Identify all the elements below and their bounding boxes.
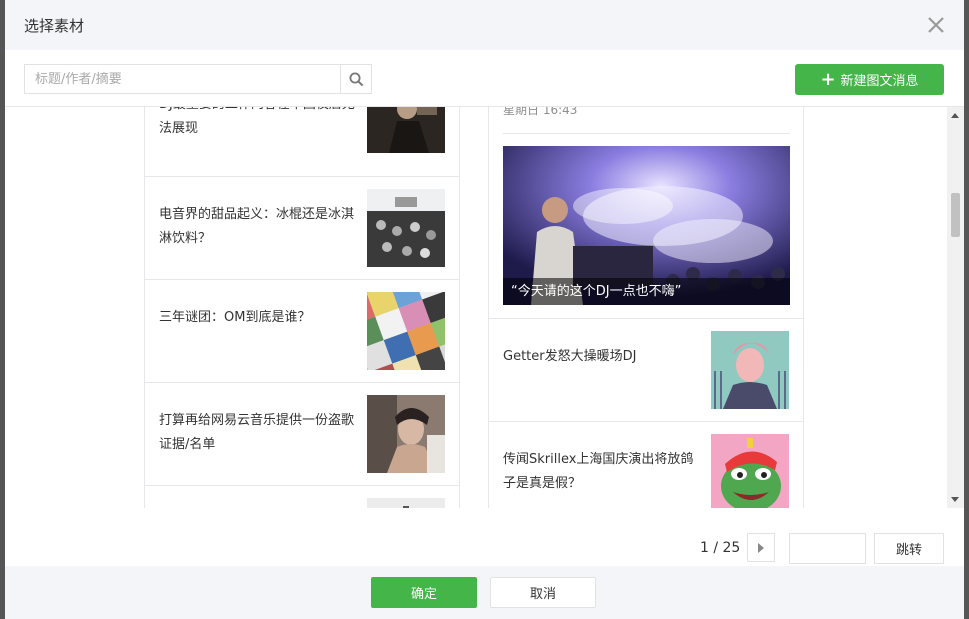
list-item[interactable]: 打算再给网易云音乐提供一份盗歌证据/名单 [145, 383, 459, 486]
scroll-up-icon[interactable] [951, 113, 959, 118]
list-item[interactable]: 传闻Skrillex上海国庆演出将放鸽子是真是假？ [489, 422, 803, 508]
scroll-down-icon[interactable] [951, 497, 959, 502]
dialog-title: 选择素材 [24, 17, 85, 35]
page-indicator: 1 / 25 [700, 540, 741, 556]
divider [503, 133, 790, 134]
item-title: DJ最重要的工作内容在中国夜店无法展现 [159, 107, 355, 136]
article-group[interactable]: 星期日 16:43 “今天请的这个DJ一点也不嗨” [489, 107, 803, 319]
confirm-button[interactable]: 确定 [371, 577, 477, 608]
close-button[interactable] [924, 13, 948, 37]
plus-icon: + [820, 68, 836, 90]
item-title: 三年谜团：OM到底是谁？ [159, 310, 311, 325]
item-title: 打算再给网易云音乐提供一份盗歌证据/名单 [159, 413, 355, 452]
item-thumbnail [711, 434, 789, 508]
item-thumbnail [367, 189, 445, 267]
scrollbar[interactable] [947, 107, 964, 508]
search-box [24, 64, 372, 94]
item-title: Getter发怒大操暖场DJ [503, 349, 637, 364]
close-icon [928, 17, 944, 33]
cancel-button[interactable]: 取消 [490, 577, 596, 608]
scroll-thumb[interactable] [951, 193, 960, 237]
list-item[interactable]: 三年谜团：OM到底是谁？ [145, 280, 459, 383]
chevron-right-icon [758, 542, 764, 553]
cover-caption: “今天请的这个DJ一点也不嗨” [503, 278, 790, 305]
material-column-left: DJ最重要的工作内容在中国夜店无法展现 电音界的甜品起义：冰棍还是冰淇淋饮料？ [144, 107, 460, 508]
item-thumbnail [367, 292, 445, 370]
new-article-label: 新建图文消息 [840, 74, 919, 89]
list-item[interactable]: Getter发怒大操暖场DJ [489, 319, 803, 422]
item-title: 传闻Skrillex上海国庆演出将放鸽子是真是假？ [503, 452, 694, 491]
material-list: DJ最重要的工作内容在中国夜店无法展现 电音界的甜品起义：冰棍还是冰淇淋饮料？ [5, 107, 964, 508]
material-column-right: 星期日 16:43 “今天请的这个DJ一点也不嗨” Getter发怒大操暖场DJ… [488, 107, 804, 508]
search-icon [349, 72, 363, 86]
list-item[interactable]: 电音界的甜品起义：冰棍还是冰淇淋饮料？ [145, 177, 459, 280]
item-thumbnail [367, 107, 445, 153]
list-item[interactable]: DJ最重要的工作内容在中国夜店无法展现 [145, 107, 459, 177]
select-material-dialog: 选择素材 + 新建图文消息 DJ最重要的工作内容 [5, 0, 964, 619]
toolbar: + 新建图文消息 [5, 50, 964, 107]
next-page-button[interactable] [747, 533, 775, 562]
search-input[interactable] [25, 65, 343, 93]
backdrop-right [964, 0, 969, 619]
jump-button[interactable]: 跳转 [874, 533, 944, 564]
dialog-footer: 确定 取消 [5, 566, 964, 619]
item-thumbnail [711, 331, 789, 409]
dialog-header: 选择素材 [5, 0, 964, 50]
item-thumbnail [367, 498, 445, 508]
new-article-button[interactable]: + 新建图文消息 [795, 64, 944, 95]
cover-image: “今天请的这个DJ一点也不嗨” [503, 146, 790, 305]
pagination: 1 / 25 跳转 [5, 526, 964, 566]
search-button[interactable] [340, 65, 371, 93]
list-item[interactable] [145, 486, 459, 508]
article-date: 星期日 16:43 [503, 107, 578, 117]
item-thumbnail [367, 395, 445, 473]
page-jump-input[interactable] [789, 533, 866, 564]
item-title: 电音界的甜品起义：冰棍还是冰淇淋饮料？ [159, 207, 355, 246]
